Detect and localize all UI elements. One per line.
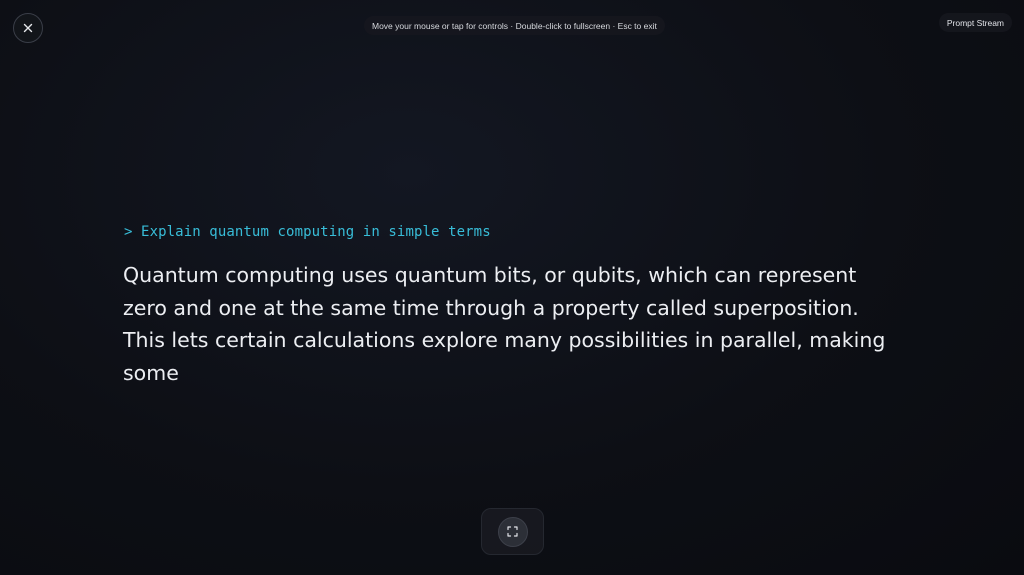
prompt-text: > Explain quantum computing in simple te… [124,224,491,240]
close-icon [23,23,33,33]
fullscreen-button[interactable] [497,516,528,547]
app-title: Prompt Stream [938,13,1012,32]
control-dock [481,508,544,555]
close-button[interactable] [13,13,43,43]
stream-viewer: Move your mouse or tap for controls · Do… [0,0,1024,575]
response-text: Quantum computing uses quantum bits, or … [123,263,886,385]
controls-hint: Move your mouse or tap for controls · Do… [364,16,665,35]
fullscreen-icon [507,526,518,537]
